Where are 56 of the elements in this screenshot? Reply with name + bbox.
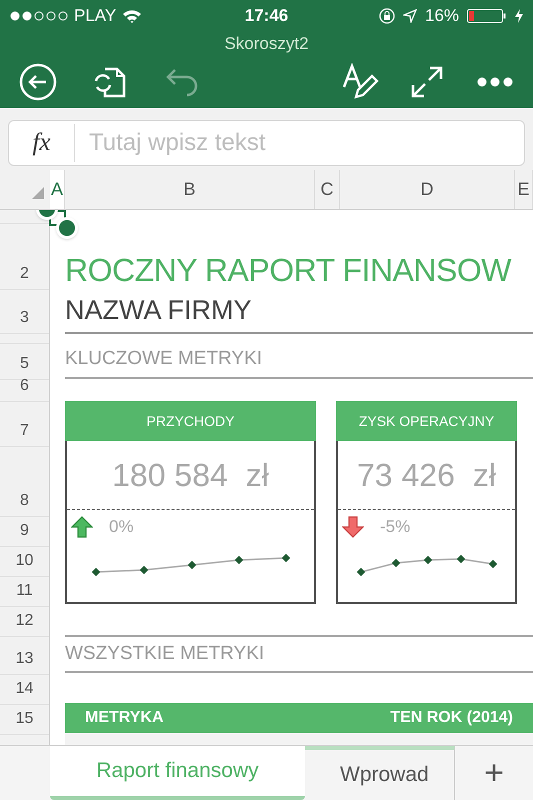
row-header[interactable]: 11 [0, 577, 49, 607]
window-title: Skoroszyt2 [224, 33, 309, 56]
row-header[interactable]: 2 [0, 224, 49, 290]
battery-percent: 16% [424, 5, 460, 28]
section-heading: KLUCZOWE METRYKI [65, 346, 262, 371]
metric-value: 73 426 [357, 456, 455, 496]
back-button[interactable] [18, 62, 58, 102]
back-icon [19, 63, 57, 101]
report-title: ROCZNY RAPORT FINANSOW [65, 254, 511, 290]
row-header[interactable]: 7 [0, 402, 49, 447]
card-header: ZYSK OPERACYJNY [336, 401, 517, 442]
add-sheet-button[interactable]: + [455, 746, 533, 800]
row-header[interactable]: 5 [0, 344, 49, 380]
undo-icon [165, 67, 199, 97]
formula-field[interactable]: fx Tutaj wpisz tekst [8, 120, 525, 166]
column-header[interactable]: D [340, 170, 515, 209]
select-all-icon [32, 187, 44, 199]
expand-icon [410, 65, 444, 99]
row-header[interactable]: 3 [0, 290, 49, 334]
selection-handle[interactable] [56, 217, 78, 239]
charging-icon [515, 9, 524, 23]
column-title: TEN ROK (2014) [390, 708, 513, 728]
column-header[interactable]: B [65, 170, 315, 209]
text-pencil-icon [342, 63, 380, 101]
function-label: fx [9, 124, 75, 162]
column-header[interactable]: C [315, 170, 340, 209]
row-header[interactable]: 13 [0, 637, 49, 675]
change-percent: 0% [109, 516, 134, 538]
card-header: PRZYCHODY [65, 401, 316, 442]
section-heading: WSZYSTKIE METRYKI [65, 642, 264, 666]
currency-label: zł [246, 456, 269, 496]
wifi-icon [122, 9, 142, 23]
metric-value: 180 584 [112, 456, 228, 496]
rotation-lock-icon [378, 8, 395, 24]
location-icon [402, 9, 417, 23]
row-header[interactable]: 10 [0, 547, 49, 577]
row-header[interactable]: 15 [0, 705, 49, 735]
row-header[interactable]: 12 [0, 607, 49, 637]
signal-icon [10, 11, 68, 21]
row-header[interactable]: 9 [0, 517, 49, 547]
column-title: METRYKA [85, 708, 164, 728]
sync-document-icon [93, 65, 127, 99]
more-icon [477, 77, 513, 87]
battery-icon [467, 9, 508, 23]
row-header[interactable]: 8 [0, 447, 49, 517]
change-percent: -5% [380, 516, 410, 538]
formula-input[interactable]: Tutaj wpisz tekst [89, 125, 524, 161]
sheet-tab[interactable]: Wprowad [305, 746, 455, 800]
column-header[interactable]: A [50, 170, 65, 209]
company-name: NAZWA FIRMY [65, 294, 252, 328]
row-header[interactable]: 14 [0, 675, 49, 705]
row-header[interactable]: 6 [0, 380, 49, 402]
column-header[interactable]: E [515, 170, 533, 209]
clock: 17:46 [244, 5, 288, 28]
currency-label: zł [472, 456, 496, 496]
carrier-name: PLAY [74, 5, 116, 28]
